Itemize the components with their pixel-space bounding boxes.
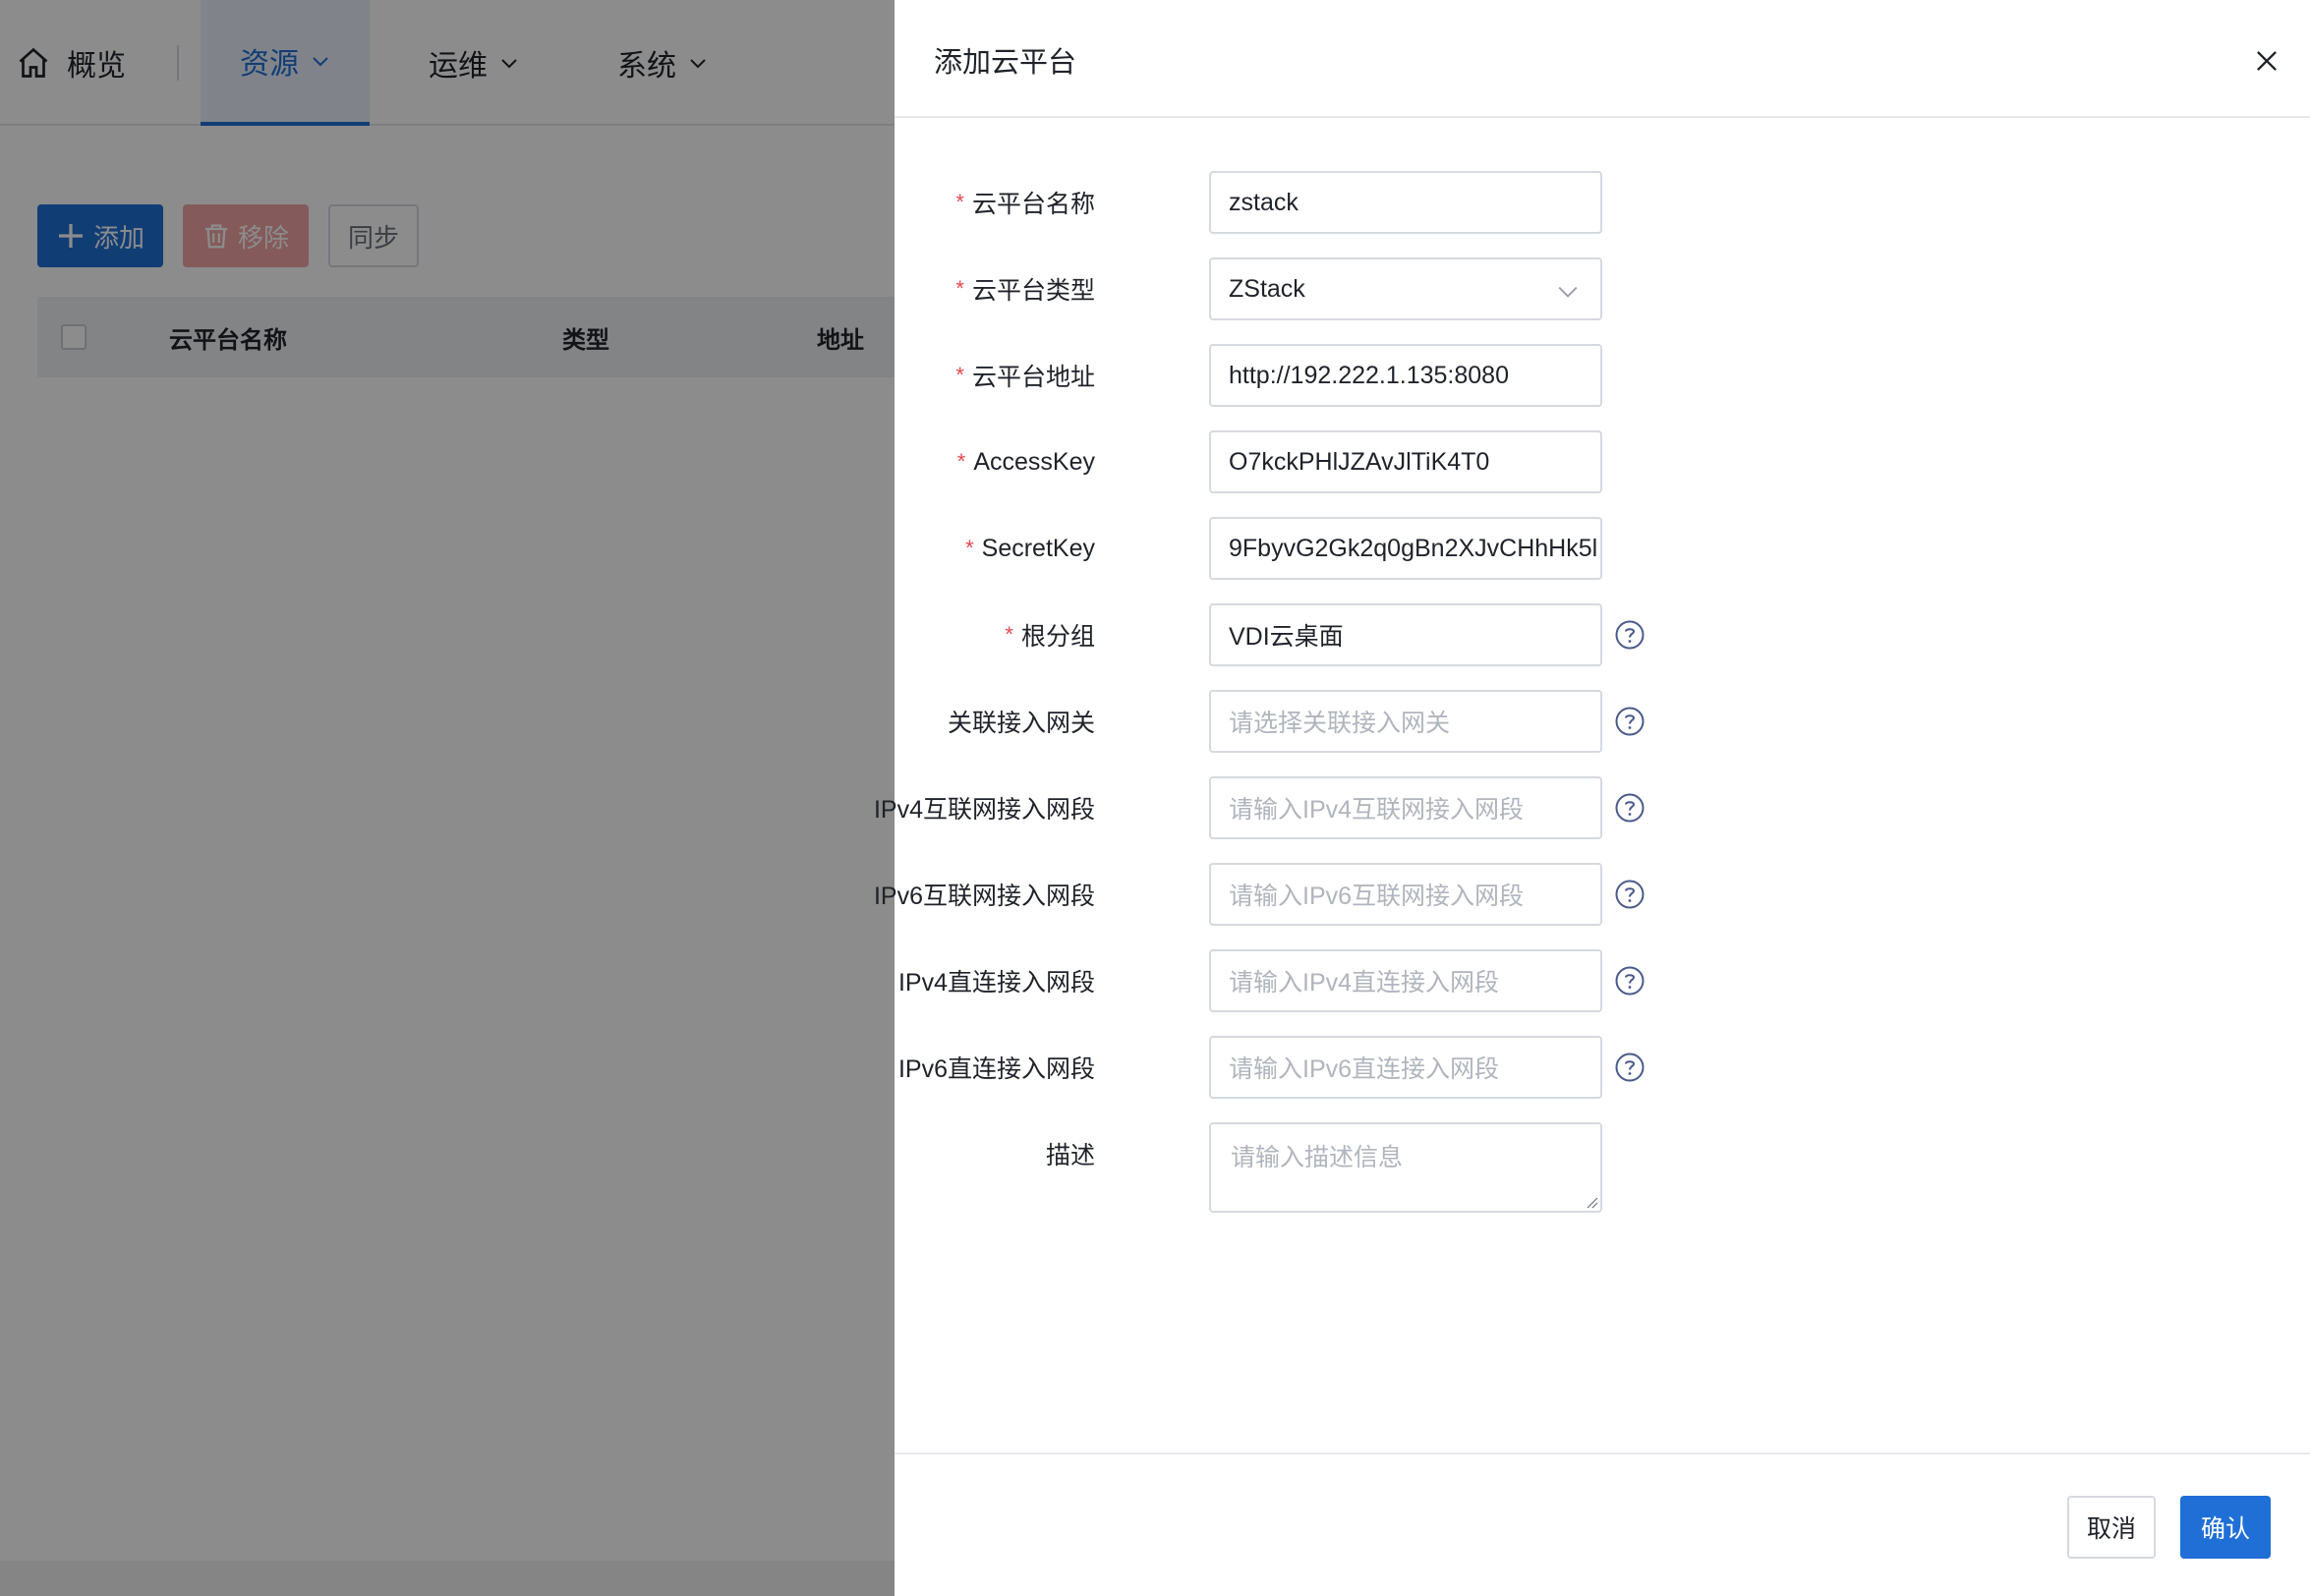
label-type-text: 云平台类型 (971, 277, 1095, 305)
type-select-value: ZStack (1229, 274, 1305, 303)
drawer-title: 添加云平台 (934, 47, 1077, 79)
help-icon[interactable] (1614, 792, 1646, 824)
drawer-header: 添加云平台 (895, 0, 2310, 118)
label-address: * 云平台地址 (955, 344, 1095, 407)
secret-key-input[interactable]: 9FbyvG2Gk2q0gBn2XJvCHhHk5l (1209, 517, 1602, 580)
resize-grip-icon[interactable] (1585, 1195, 1598, 1209)
label-root-group-text: 根分组 (1020, 623, 1095, 651)
form-row-address: * 云平台地址 http://192.222.1.135:8080 (895, 344, 2310, 407)
help-icon[interactable] (1614, 965, 1646, 997)
form-row-ipv6-internet: IPv6互联网接入网段 请输入IPv6互联网接入网段 (874, 863, 2310, 926)
form-row-name: * 云平台名称 zstack (895, 171, 2310, 234)
form-row-ipv6-direct: IPv6直连接入网段 请输入IPv6直连接入网段 (895, 1036, 2310, 1099)
label-name: * 云平台名称 (955, 171, 1095, 234)
label-access-key-text: AccessKey (973, 447, 1095, 476)
label-access-key: * AccessKey (957, 430, 1095, 493)
cancel-button[interactable]: 取消 (2067, 1496, 2156, 1559)
access-key-input[interactable]: O7kckPHlJZAvJlTiK4T0 (1209, 430, 1602, 493)
ipv4-direct-input[interactable]: 请输入IPv4直连接入网段 (1209, 949, 1602, 1012)
form-row-access-key: * AccessKey O7kckPHlJZAvJlTiK4T0 (895, 430, 2310, 493)
description-placeholder: 请输入描述信息 (1231, 1144, 1404, 1171)
form-row-secret-key: * SecretKey 9FbyvG2Gk2q0gBn2XJvCHhHk5l (895, 517, 2310, 580)
close-icon (2257, 51, 2277, 71)
required-mark: * (956, 449, 966, 474)
confirm-button[interactable]: 确认 (2180, 1496, 2271, 1559)
label-name-text: 云平台名称 (971, 191, 1095, 218)
required-mark: * (1005, 622, 1013, 647)
label-ipv4-internet: IPv4互联网接入网段 (873, 796, 1095, 824)
label-description: 描述 (1045, 1142, 1095, 1169)
help-icon[interactable] (1614, 1052, 1646, 1083)
label-address-text: 云平台地址 (971, 364, 1095, 391)
type-select[interactable]: ZStack (1209, 257, 1602, 320)
form-row-root-group: * 根分组 VDI云桌面 (895, 603, 2310, 666)
form-row-description: 描述 请输入描述信息 (895, 1122, 2310, 1213)
address-input[interactable]: http://192.222.1.135:8080 (1209, 344, 1602, 407)
form-row-ipv4-direct: IPv4直连接入网段 请输入IPv4直连接入网段 (895, 949, 2310, 1012)
label-root-group: * 根分组 (1005, 603, 1095, 666)
root-group-select[interactable]: VDI云桌面 (1209, 603, 1602, 666)
name-input[interactable]: zstack (1209, 171, 1602, 234)
help-icon[interactable] (1614, 879, 1646, 910)
form-row-ipv4-internet: IPv4互联网接入网段 请输入IPv4互联网接入网段 (874, 776, 2310, 839)
ipv6-internet-input[interactable]: 请输入IPv6互联网接入网段 (1209, 863, 1602, 926)
add-cloud-platform-drawer: 添加云平台 * 云平台名称 zstack * 云平台类型 ZStack * 云平台地址… (874, 0, 2310, 1596)
label-gateway: 关联接入网关 (947, 710, 1095, 737)
close-button[interactable] (2247, 41, 2286, 81)
form-row-gateway: 关联接入网关 请选择关联接入网关 (895, 690, 2310, 753)
gateway-select[interactable]: 请选择关联接入网关 (1209, 690, 1602, 753)
drawer-footer: 取消 确认 (895, 1453, 2310, 1596)
chevron-down-icon (1558, 286, 1578, 298)
ipv4-internet-input[interactable]: 请输入IPv4互联网接入网段 (1209, 776, 1602, 839)
required-mark: * (955, 190, 964, 214)
label-ipv4-direct: IPv4直连接入网段 (897, 969, 1095, 997)
required-mark: * (965, 536, 974, 560)
label-ipv6-direct: IPv6直连接入网段 (897, 1055, 1095, 1083)
description-textarea[interactable]: 请输入描述信息 (1209, 1122, 1602, 1213)
label-ipv6-internet: IPv6互联网接入网段 (873, 883, 1095, 910)
required-mark: * (955, 276, 964, 301)
label-type: * 云平台类型 (955, 257, 1095, 320)
help-icon[interactable] (1614, 619, 1646, 651)
ipv6-direct-input[interactable]: 请输入IPv6直连接入网段 (1209, 1036, 1602, 1099)
help-icon[interactable] (1614, 706, 1646, 737)
form-row-type: * 云平台类型 ZStack (895, 257, 2310, 320)
label-secret-key: * SecretKey (965, 517, 1095, 580)
label-secret-key-text: SecretKey (981, 534, 1095, 562)
required-mark: * (955, 363, 964, 387)
